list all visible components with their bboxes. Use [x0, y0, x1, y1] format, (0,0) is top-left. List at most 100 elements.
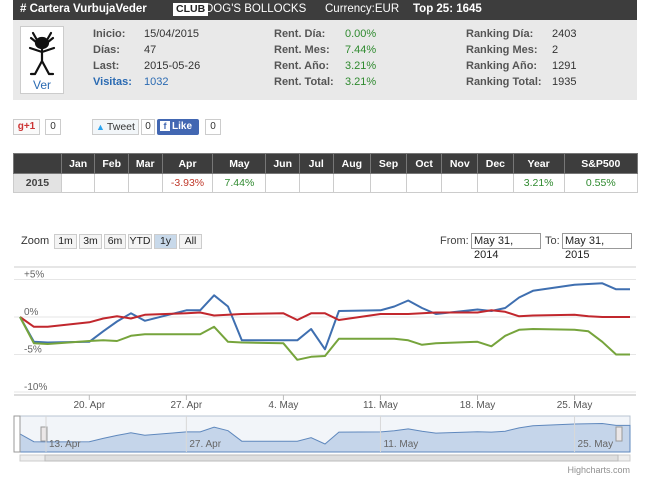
table-cell: 7.44% [212, 173, 267, 193]
returns-chart[interactable]: +5% 0% -5% -10% 20. Apr 27. Apr 4. May 11. May 1… [0, 262, 650, 481]
y-tick-label: +5% [24, 270, 44, 281]
navigator-tick-label: 11. May [383, 439, 418, 450]
top-rank: Top 25: 1645 [413, 3, 482, 15]
start-label: Inicio: [93, 28, 126, 40]
zoom-button-1y[interactable]: 1y [154, 234, 177, 249]
from-date-input[interactable]: May 31, 2014 [471, 233, 541, 261]
table-cell [370, 173, 407, 193]
table-cell [127, 173, 163, 193]
scrollbar-thumb[interactable] [44, 454, 619, 462]
table-cell [265, 173, 300, 193]
zoom-button-1m[interactable]: 1m [54, 234, 77, 249]
y-tick-label: -10% [24, 382, 47, 393]
column-header: Jun [265, 153, 300, 174]
zoom-button-all[interactable]: All [179, 234, 202, 249]
table-cell [332, 173, 372, 193]
navigator-tick-label: 27. Apr [189, 439, 221, 450]
column-header: Year [512, 153, 565, 174]
zoom-button-ytd[interactable]: YTD [128, 234, 152, 249]
ver-link[interactable]: Ver [21, 78, 63, 92]
x-tick-label: 25. May [557, 400, 593, 411]
like-count: 0 [205, 119, 221, 135]
facebook-icon: f [160, 121, 170, 131]
like-label: Like [172, 121, 193, 132]
table-cell: 3.21% [512, 173, 565, 193]
table-cell: -3.93% [161, 173, 214, 193]
zoom-button-6m[interactable]: 6m [104, 234, 126, 249]
club-badge: CLUB [173, 3, 209, 16]
x-tick-label: 4. May [268, 400, 298, 411]
portfolio-info-panel: Ver Inicio: 15/04/2015 Días: 47 Last: 20… [13, 20, 637, 100]
stick-figure-icon [28, 31, 56, 76]
twitter-bird-icon: ▲ [96, 122, 105, 132]
table-cell [441, 173, 479, 193]
table-cell [298, 173, 334, 193]
x-tick-label: 11. May [363, 400, 398, 411]
daily-ranking-value: 2403 [552, 28, 577, 40]
facebook-like-button[interactable]: f Like [157, 119, 199, 135]
column-header: Feb [94, 153, 129, 174]
zoom-label: Zoom [21, 235, 50, 247]
to-label: To: [545, 235, 560, 247]
club-name[interactable]: DOG'S BOLLOCKS [205, 3, 306, 15]
portfolio-header: # Cartera VurbujaVeder CLUB DOG'S BOLLOC… [13, 0, 637, 20]
from-label: From: [440, 235, 469, 247]
column-header: Jul [298, 153, 334, 174]
days-value: 47 [144, 44, 157, 56]
column-header: Mar [127, 153, 163, 174]
column-header: May [212, 153, 267, 174]
visits-label[interactable]: Visitas: [93, 76, 132, 88]
monthly-return-value: 7.44% [345, 44, 377, 56]
column-header: Apr [161, 153, 214, 174]
monthly-returns-table: Jan Feb Mar Apr May Jun Jul Aug Sep Oct Nov Dec Year… [13, 153, 639, 193]
tweet-label: Tweet [106, 121, 135, 133]
yearly-ranking-label: Ranking Año: [466, 60, 538, 72]
row-year: 2015 [13, 173, 62, 193]
monthly-return-label: Rent. Mes: [274, 44, 330, 56]
last-label: Last: [93, 60, 120, 72]
daily-return-label: Rent. Día: [274, 28, 326, 40]
total-ranking-value: 1935 [552, 76, 577, 88]
yearly-ranking-value: 1291 [552, 60, 577, 72]
google-plus-button[interactable]: g+1 [13, 119, 40, 135]
table-cell [94, 173, 129, 193]
column-header: Sep [370, 153, 407, 174]
column-header: S&P500 [563, 153, 639, 174]
column-header: Dec [477, 153, 514, 174]
google-plus-count: 0 [45, 119, 61, 135]
credits-link[interactable]: Highcharts.com [567, 465, 630, 475]
tweet-button[interactable]: ▲ Tweet [92, 119, 139, 135]
yearly-return-label: Rent. Año: [274, 60, 330, 72]
column-header [13, 153, 62, 174]
daily-return-value: 0.00% [345, 28, 377, 40]
last-value: 2015-05-26 [144, 60, 201, 72]
x-tick-label: 20. Apr [73, 400, 105, 411]
navigator-right-handle[interactable] [615, 426, 623, 442]
monthly-ranking-value: 2 [552, 44, 559, 56]
start-value: 15/04/2015 [144, 28, 200, 40]
navigator-tick-label: 25. May [578, 439, 614, 450]
y-tick-label: 0% [24, 307, 39, 318]
y-tick-label: -5% [24, 345, 42, 356]
tweet-count: 0 [141, 119, 155, 135]
avatar[interactable]: Ver [20, 26, 64, 94]
navigator-tick-label: 13. Apr [49, 439, 81, 450]
visits-value: 1032 [144, 76, 169, 88]
table-row: 2015 -3.93% 7.44% 3.21% 0.55% [13, 173, 639, 193]
total-ranking-label: Ranking Total: [466, 76, 542, 88]
total-return-value: 3.21% [345, 76, 377, 88]
yearly-return-value: 3.21% [345, 60, 377, 72]
table-cell [477, 173, 514, 193]
to-date-input[interactable]: May 31, 2015 [562, 233, 632, 261]
currency-label: Currency:EUR [325, 3, 400, 15]
monthly-ranking-label: Ranking Mes: [466, 44, 538, 56]
column-header: Aug [332, 153, 372, 174]
series-line-3[interactable] [19, 316, 630, 361]
table-header-row: Jan Feb Mar Apr May Jun Jul Aug Sep Oct Nov Dec Year… [13, 153, 639, 174]
x-tick-label: 18. May [460, 400, 496, 411]
zoom-button-3m[interactable]: 3m [79, 234, 102, 249]
x-tick-label: 27. Apr [171, 400, 203, 411]
table-cell [405, 173, 443, 193]
column-header: Jan [60, 153, 96, 174]
portfolio-title[interactable]: # Cartera VurbujaVeder [20, 3, 147, 15]
